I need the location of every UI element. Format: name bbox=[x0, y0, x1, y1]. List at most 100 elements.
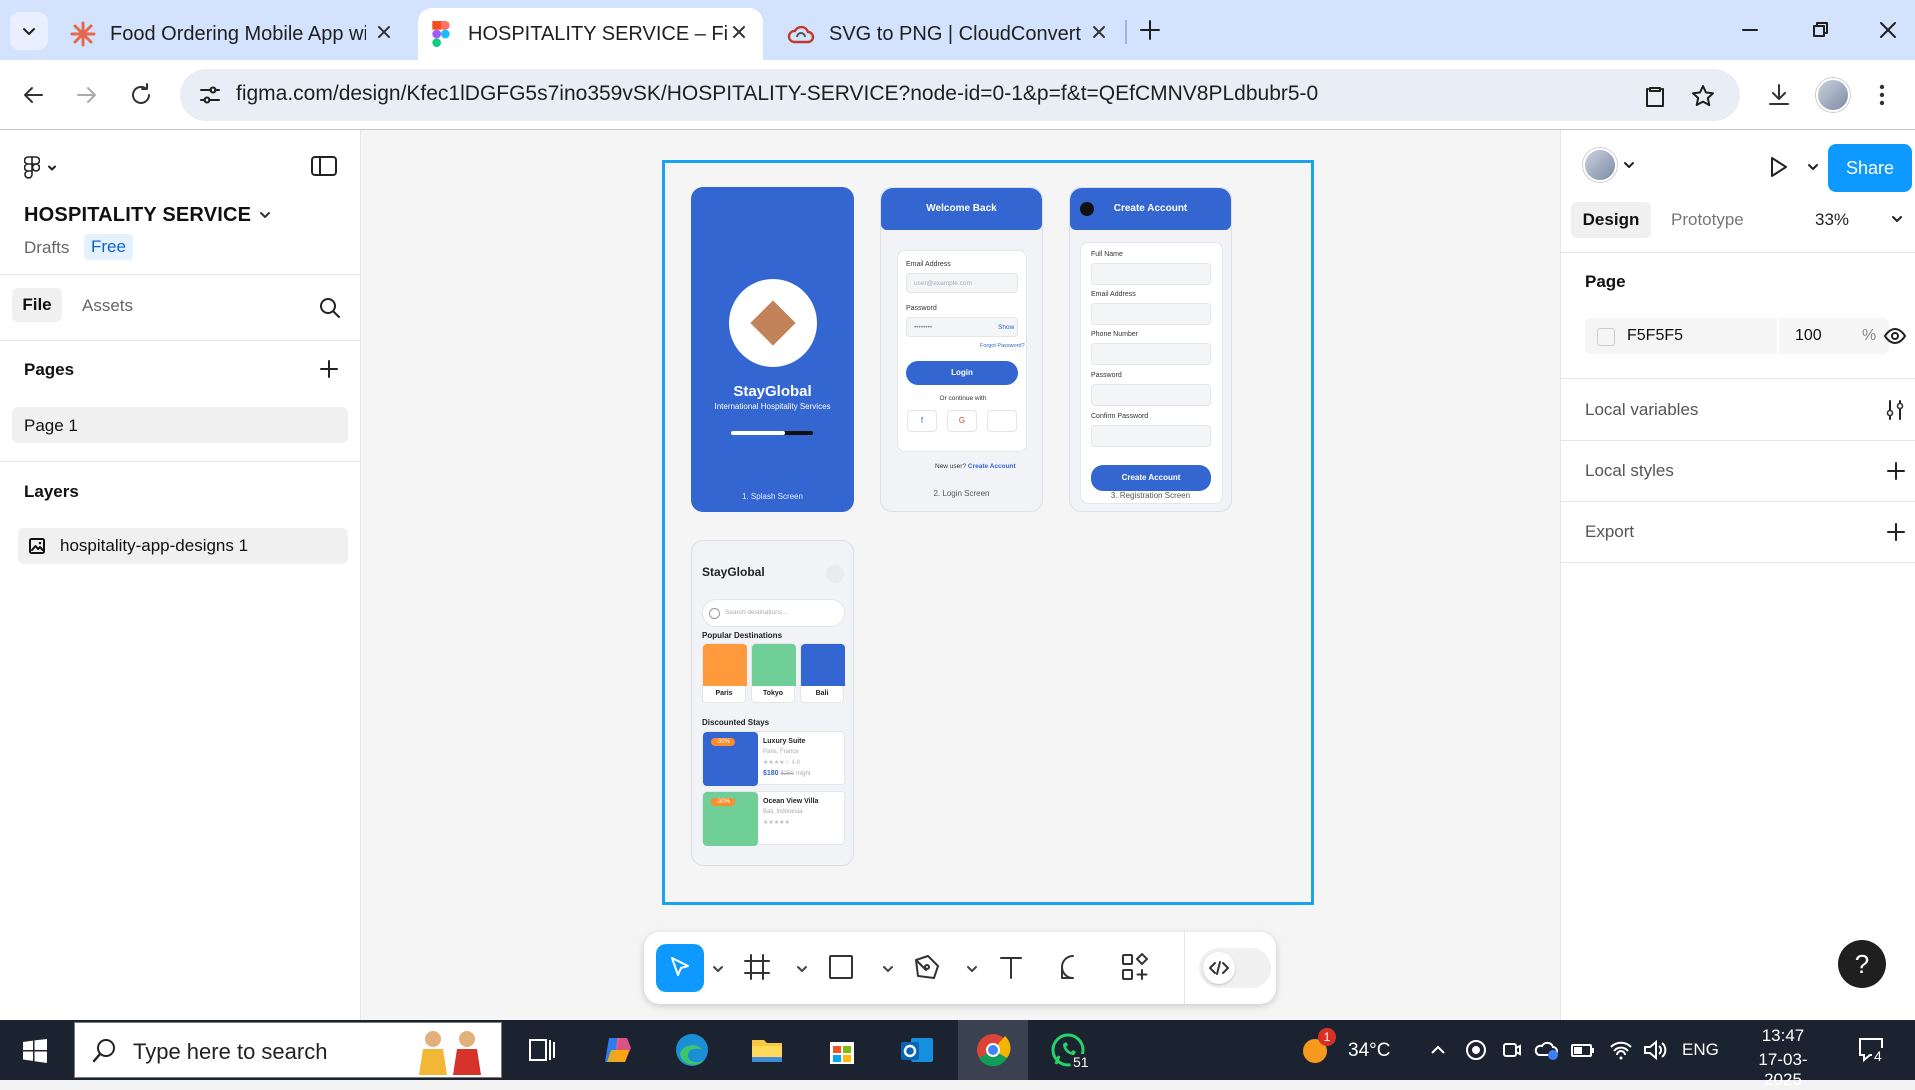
tab-design[interactable]: Design bbox=[1571, 202, 1651, 238]
add-style-icon[interactable] bbox=[1885, 460, 1907, 482]
menu-kebab-icon[interactable] bbox=[1876, 80, 1888, 110]
figma-icon bbox=[432, 21, 450, 47]
copilot-icon[interactable] bbox=[597, 1030, 637, 1070]
layer-item[interactable]: hospitality-app-designs 1 bbox=[18, 528, 348, 564]
forward-icon[interactable] bbox=[72, 80, 102, 110]
microsoft-store-icon[interactable] bbox=[822, 1030, 862, 1070]
page-opacity[interactable]: 100 bbox=[1795, 327, 1822, 345]
cursor-icon bbox=[671, 957, 689, 976]
pen-tool-icon[interactable] bbox=[910, 950, 944, 984]
actions-icon[interactable] bbox=[1118, 950, 1152, 984]
chevron-down-icon[interactable] bbox=[1807, 162, 1819, 172]
page-color-row[interactable]: F5F5F5 100 % bbox=[1585, 318, 1889, 354]
taskbar-search[interactable]: Type here to search bbox=[74, 1022, 502, 1078]
clock[interactable]: 13:47 17-03-2025 bbox=[1740, 1026, 1826, 1090]
destination-image bbox=[801, 644, 845, 686]
outlook-icon[interactable] bbox=[897, 1030, 937, 1070]
stay-name: Luxury Suite bbox=[763, 738, 806, 745]
home-search-placeholder: Search destinations... bbox=[725, 609, 788, 616]
site-settings-icon[interactable] bbox=[198, 83, 222, 107]
project-location[interactable]: Drafts bbox=[24, 238, 69, 258]
new-user-label: New user? bbox=[935, 463, 967, 470]
chrome-icon[interactable] bbox=[973, 1030, 1013, 1070]
download-icon[interactable] bbox=[1764, 80, 1794, 110]
zoom-level[interactable]: 33% bbox=[1815, 210, 1849, 230]
file-explorer-icon[interactable] bbox=[747, 1030, 787, 1070]
dev-mode-knob bbox=[1203, 952, 1235, 984]
export-label[interactable]: Export bbox=[1585, 522, 1634, 542]
add-page-icon[interactable] bbox=[318, 358, 340, 380]
main-menu-button[interactable] bbox=[24, 156, 58, 180]
tab-assets[interactable]: Assets bbox=[82, 296, 133, 316]
wifi-icon[interactable] bbox=[1608, 1038, 1634, 1062]
tab-prototype[interactable]: Prototype bbox=[1671, 210, 1744, 230]
clipboard-icon[interactable] bbox=[1642, 83, 1668, 109]
chevron-down-icon[interactable] bbox=[882, 964, 894, 974]
chevron-down-icon[interactable] bbox=[796, 964, 808, 974]
close-icon[interactable] bbox=[374, 22, 394, 42]
weather-badge: 1 bbox=[1318, 1028, 1336, 1046]
chevron-down-icon[interactable] bbox=[712, 964, 724, 974]
splash-caption: 1. Splash Screen bbox=[742, 492, 803, 501]
help-button[interactable]: ? bbox=[1838, 940, 1886, 988]
record-icon[interactable] bbox=[1464, 1038, 1488, 1062]
frame-tool-icon[interactable] bbox=[740, 950, 774, 984]
tab-file[interactable]: File bbox=[12, 288, 62, 322]
add-export-icon[interactable] bbox=[1885, 521, 1907, 543]
login-screen-mock: Welcome Back Email Address user@example.… bbox=[880, 187, 1043, 512]
close-icon[interactable] bbox=[729, 22, 749, 42]
eye-icon[interactable] bbox=[1883, 324, 1907, 348]
minimize-icon[interactable] bbox=[1736, 16, 1764, 44]
url-text[interactable]: figma.com/design/Kfec1lDGFG5s7ino359vSK/… bbox=[236, 82, 1318, 106]
project-title[interactable]: HOSPITALITY SERVICE bbox=[24, 204, 251, 227]
color-swatch[interactable] bbox=[1597, 328, 1615, 346]
camera-icon[interactable] bbox=[1500, 1038, 1524, 1062]
chevron-down-icon[interactable] bbox=[258, 208, 272, 222]
restore-icon[interactable] bbox=[1806, 16, 1834, 44]
plan-badge[interactable]: Free bbox=[84, 234, 133, 260]
back-icon[interactable] bbox=[18, 80, 48, 110]
weather-widget[interactable]: 1 bbox=[1300, 1028, 1336, 1066]
battery-icon[interactable] bbox=[1570, 1038, 1596, 1062]
rectangle-tool-icon[interactable] bbox=[824, 950, 858, 984]
text-tool-icon[interactable] bbox=[994, 950, 1028, 984]
user-menu[interactable] bbox=[1583, 148, 1635, 182]
profile-avatar[interactable] bbox=[1816, 78, 1850, 112]
toggle-sidebar-icon[interactable] bbox=[310, 154, 338, 178]
task-view-icon[interactable] bbox=[522, 1030, 562, 1070]
volume-icon[interactable] bbox=[1642, 1038, 1668, 1062]
chevron-up-icon[interactable] bbox=[1428, 1040, 1448, 1060]
search-icon[interactable] bbox=[318, 296, 342, 320]
whatsapp-button[interactable]: 51 bbox=[1048, 1030, 1092, 1070]
tab-figma[interactable]: HOSPITALITY SERVICE – Figma bbox=[418, 8, 763, 60]
tab-food-ordering[interactable]: Food Ordering Mobile App wit bbox=[58, 8, 408, 60]
chevron-down-icon[interactable] bbox=[1891, 214, 1903, 224]
tab-search-button[interactable] bbox=[10, 12, 48, 50]
comment-tool-icon[interactable] bbox=[1056, 950, 1090, 984]
present-play-icon[interactable] bbox=[1765, 154, 1791, 180]
windows-start-icon[interactable] bbox=[22, 1038, 48, 1064]
edge-icon[interactable] bbox=[672, 1030, 712, 1070]
local-variables-label[interactable]: Local variables bbox=[1585, 400, 1698, 420]
bookmark-star-icon[interactable] bbox=[1690, 83, 1716, 109]
language-indicator[interactable]: ENG bbox=[1682, 1040, 1719, 1060]
page-item-page-1[interactable]: Page 1 bbox=[12, 407, 348, 443]
close-window-icon[interactable] bbox=[1874, 16, 1902, 44]
variables-sliders-icon[interactable] bbox=[1883, 398, 1907, 422]
move-tool-button[interactable] bbox=[656, 944, 704, 992]
design-canvas[interactable]: StayGlobal International Hospitality Ser… bbox=[361, 130, 1560, 1020]
share-button[interactable]: Share bbox=[1828, 144, 1912, 192]
close-icon[interactable] bbox=[1089, 22, 1109, 42]
temperature[interactable]: 34°C bbox=[1348, 1040, 1390, 1062]
local-styles-label[interactable]: Local styles bbox=[1585, 461, 1674, 481]
reload-icon[interactable] bbox=[126, 80, 156, 110]
address-bar[interactable]: figma.com/design/Kfec1lDGFG5s7ino359vSK/… bbox=[180, 69, 1740, 121]
dev-mode-toggle[interactable] bbox=[1199, 948, 1271, 988]
page-color-hex[interactable]: F5F5F5 bbox=[1627, 327, 1683, 345]
new-tab-icon[interactable] bbox=[1136, 16, 1164, 44]
onedrive-sync-icon[interactable] bbox=[1534, 1038, 1560, 1062]
google-button: G bbox=[947, 410, 977, 432]
notification-center[interactable]: 4 bbox=[1856, 1034, 1886, 1064]
chevron-down-icon[interactable] bbox=[966, 964, 978, 974]
tab-cloudconvert[interactable]: SVG to PNG | CloudConvert bbox=[773, 8, 1123, 60]
